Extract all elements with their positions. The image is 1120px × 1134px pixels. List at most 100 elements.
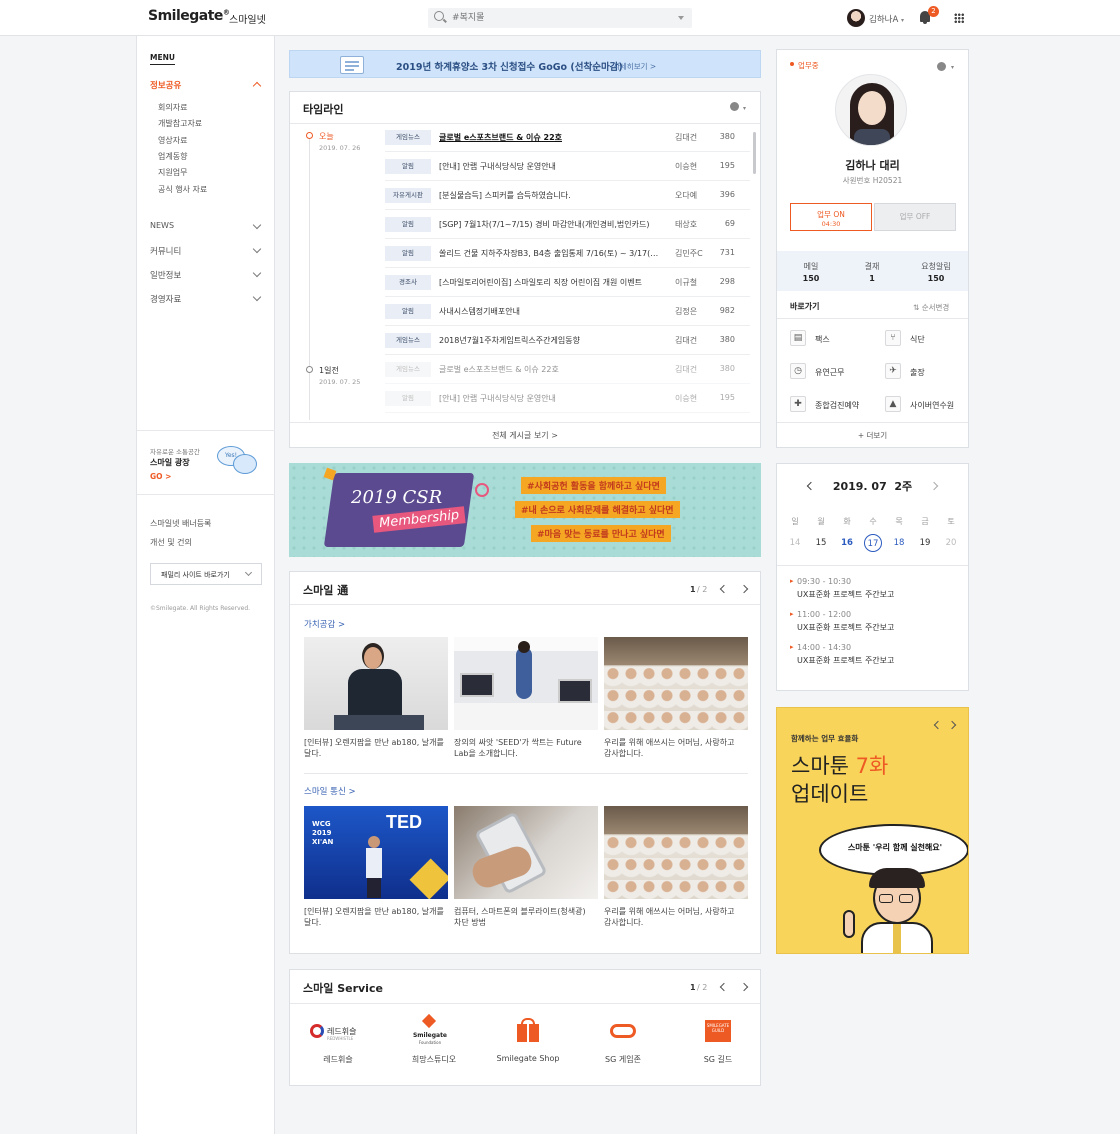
gear-icon[interactable] [730,102,739,111]
sidebar-sub-item[interactable]: 회의자료 [158,102,187,113]
scrollbar[interactable] [753,132,756,174]
sidebar-sub-item[interactable]: 개발참고자료 [158,118,202,129]
notice-more-link[interactable]: 자세히보기 > [613,61,656,72]
calendar-day[interactable]: 15 [812,534,830,552]
chevron-down-icon[interactable] [252,220,262,230]
smile-news-link[interactable]: 스마일 통신 > [304,785,356,797]
post-title[interactable]: 글로벌 e스포츠브랜드 & 이슈 22호 [439,132,659,143]
sidebar-section-community[interactable]: 커뮤니티 [150,245,181,257]
next-arrow-icon[interactable] [739,982,749,992]
app-grid-icon[interactable] [954,13,964,23]
sidebar-sub-item[interactable]: 공식 행사 자료 [158,184,207,195]
service-label[interactable]: SG 길드 [668,1054,768,1065]
post-title[interactable]: [SGP] 7월1차(7/1~7/15) 경비 마감안내(개인경비,법인카드) [439,219,659,230]
user-name[interactable]: 김하나A ▾ [869,13,904,25]
article-thumbnail[interactable]: TED WCG 2019 XI'AN [304,806,448,899]
airplane-icon[interactable]: ✈ [885,363,901,379]
calendar-day-today[interactable]: 17 [864,534,882,552]
post-title[interactable]: 글로벌 e스포츠브랜드 & 이슈 22호 [439,364,659,375]
notice-banner[interactable]: 2019년 하계휴양소 3차 신청접수 GoGo (선착순마감) 자세히보기 > [289,50,761,78]
shortcut-label[interactable]: 출장 [910,367,925,378]
table-row[interactable]: 알림 사내시스템정기배포안내 김정은 982 [385,297,750,326]
sg-guild-logo-icon[interactable]: SMILEGATE GUILD [705,1020,745,1048]
chevron-down-icon[interactable] [252,244,262,254]
smilegate-foundation-logo-icon[interactable]: Smilegate Foundation [410,1013,450,1045]
promo-title[interactable]: 스마일 광장 [150,457,190,468]
table-row[interactable]: 알림 [SGP] 7월1차(7/1~7/15) 경비 마감안내(개인경비,법인카드… [385,210,750,239]
sidebar-sub-item[interactable]: 업계동향 [158,151,187,162]
shortcut-label[interactable]: 종합검진예약 [815,400,859,411]
work-on-button[interactable]: 업무 ON 04:30 [790,203,872,231]
sidebar-section-management[interactable]: 경영자료 [150,293,181,305]
calendar-day[interactable]: 20 [942,534,960,552]
gamepad-icon[interactable] [610,1022,650,1050]
post-title[interactable]: 사내시스템정기배포안내 [439,306,659,317]
redwhistle-logo-icon[interactable]: 레드휘슬 REDWHISTLE [310,1022,356,1050]
chevron-up-icon[interactable] [252,81,262,91]
service-label[interactable]: Smilegate Shop [478,1054,578,1063]
user-avatar[interactable] [847,9,865,27]
article-thumbnail[interactable] [604,637,748,730]
sidebar-section-general[interactable]: 일반정보 [150,269,181,281]
article-thumbnail[interactable] [454,806,598,899]
shortcut-label[interactable]: 사이버연수원 [910,400,954,411]
post-title[interactable]: 2018년7월1주차게임트릭스주간게임동향 [439,335,659,346]
graduation-cap-icon[interactable]: ▲ [885,396,901,412]
post-title[interactable]: [스마일토리어린이집] 스마일토리 직장 어린이집 개원 이벤트 [439,277,659,288]
next-arrow-icon[interactable] [739,584,749,594]
gear-icon[interactable] [937,62,946,71]
prev-arrow-icon[interactable] [719,584,729,594]
shortcut-label[interactable]: 식단 [910,334,925,345]
stat-value[interactable]: 1 [847,274,897,283]
value-empathy-link[interactable]: 가치공감 > [304,618,345,630]
prev-arrow-icon[interactable] [933,720,943,730]
table-row[interactable]: 경조사 [스마일토리어린이집] 스마일토리 직장 어린이집 개원 이벤트 이규철 29… [385,268,750,297]
service-label[interactable]: 레드휘슬 [288,1054,388,1065]
work-off-button[interactable]: 업무 OFF [874,203,956,231]
chevron-down-icon[interactable]: ▾ [951,64,954,71]
prev-arrow-icon[interactable] [719,982,729,992]
chevron-down-icon[interactable]: ▾ [743,105,746,112]
service-label[interactable]: SG 게임존 [573,1054,673,1065]
family-site-select[interactable]: 패밀리 사이트 바로가기 [150,563,262,585]
gift-box-icon[interactable] [515,1018,555,1046]
table-row[interactable]: 게임뉴스 2018년7월1주차게임트릭스주간게임동향 김대건 380 [385,326,750,355]
event-name[interactable]: UX표준화 프로젝트 주간보고 [797,655,894,666]
next-arrow-icon[interactable] [947,720,957,730]
sidebar-section-info-share[interactable]: 정보공유 [150,79,181,91]
more-link[interactable]: + 더보기 [777,430,968,441]
chevron-down-icon[interactable] [678,16,684,20]
shortcut-label[interactable]: 유연근무 [815,367,844,378]
promo-go-link[interactable]: GO > [150,472,171,481]
event-name[interactable]: UX표준화 프로젝트 주간보고 [797,622,894,633]
shortcut-label[interactable]: 팩스 [815,334,830,345]
service-label[interactable]: 희망스튜디오 [384,1054,484,1065]
medical-kit-icon[interactable]: ✚ [790,396,806,412]
article-thumbnail[interactable] [304,637,448,730]
post-title[interactable]: [분실물습득] 스피커를 습득하였습니다. [439,190,659,201]
chevron-down-icon[interactable] [252,268,262,278]
table-row[interactable]: 게임뉴스 글로벌 e스포츠브랜드 & 이슈 22호 김대건 380 [385,123,750,152]
calendar-day[interactable]: 19 [916,534,934,552]
banner-register-link[interactable]: 스마일넷 배너등록 [150,518,211,529]
sidebar-section-news[interactable]: NEWS [150,221,174,230]
calendar-day[interactable]: 16 [838,534,856,552]
table-row[interactable]: 알림 [안내] 안랩 구내식당식당 운영안내 이승현 195 [385,152,750,181]
suggestion-link[interactable]: 개선 및 건의 [150,537,192,548]
search-bar[interactable] [428,8,692,28]
smilegate-logo[interactable]: Smilegate® [148,8,230,24]
article-caption[interactable]: [인터뷰] 오렌지팜을 만난 ab180, 날개를 달다. [304,906,444,928]
csr-banner[interactable]: 2019 CSR Membership #사회공헌 활동을 함께하고 싶다면 #… [289,463,761,557]
article-caption[interactable]: 우리를 위해 애쓰시는 어머님, 사랑하고 감사합니다. [604,737,744,759]
cutlery-icon[interactable]: ⑂ [885,330,901,346]
article-thumbnail[interactable] [454,637,598,730]
table-row[interactable]: 알림 [안내] 안랩 구내식당식당 운영안내 이승현 195 [385,384,750,413]
post-title[interactable]: 쏠리드 건물 지하주차장B3, B4층 출입통제 7/16(토) ~ 3/17(… [439,248,659,259]
table-row[interactable]: 게임뉴스 글로벌 e스포츠브랜드 & 이슈 22호 김대건 380 [385,355,750,384]
post-title[interactable]: [안내] 안랩 구내식당식당 운영안내 [439,161,659,172]
article-thumbnail[interactable] [604,806,748,899]
clock-icon[interactable]: ◷ [790,363,806,379]
fax-icon[interactable]: ▤ [790,330,806,346]
stat-value[interactable]: 150 [911,274,961,283]
stat-value[interactable]: 150 [786,274,836,283]
